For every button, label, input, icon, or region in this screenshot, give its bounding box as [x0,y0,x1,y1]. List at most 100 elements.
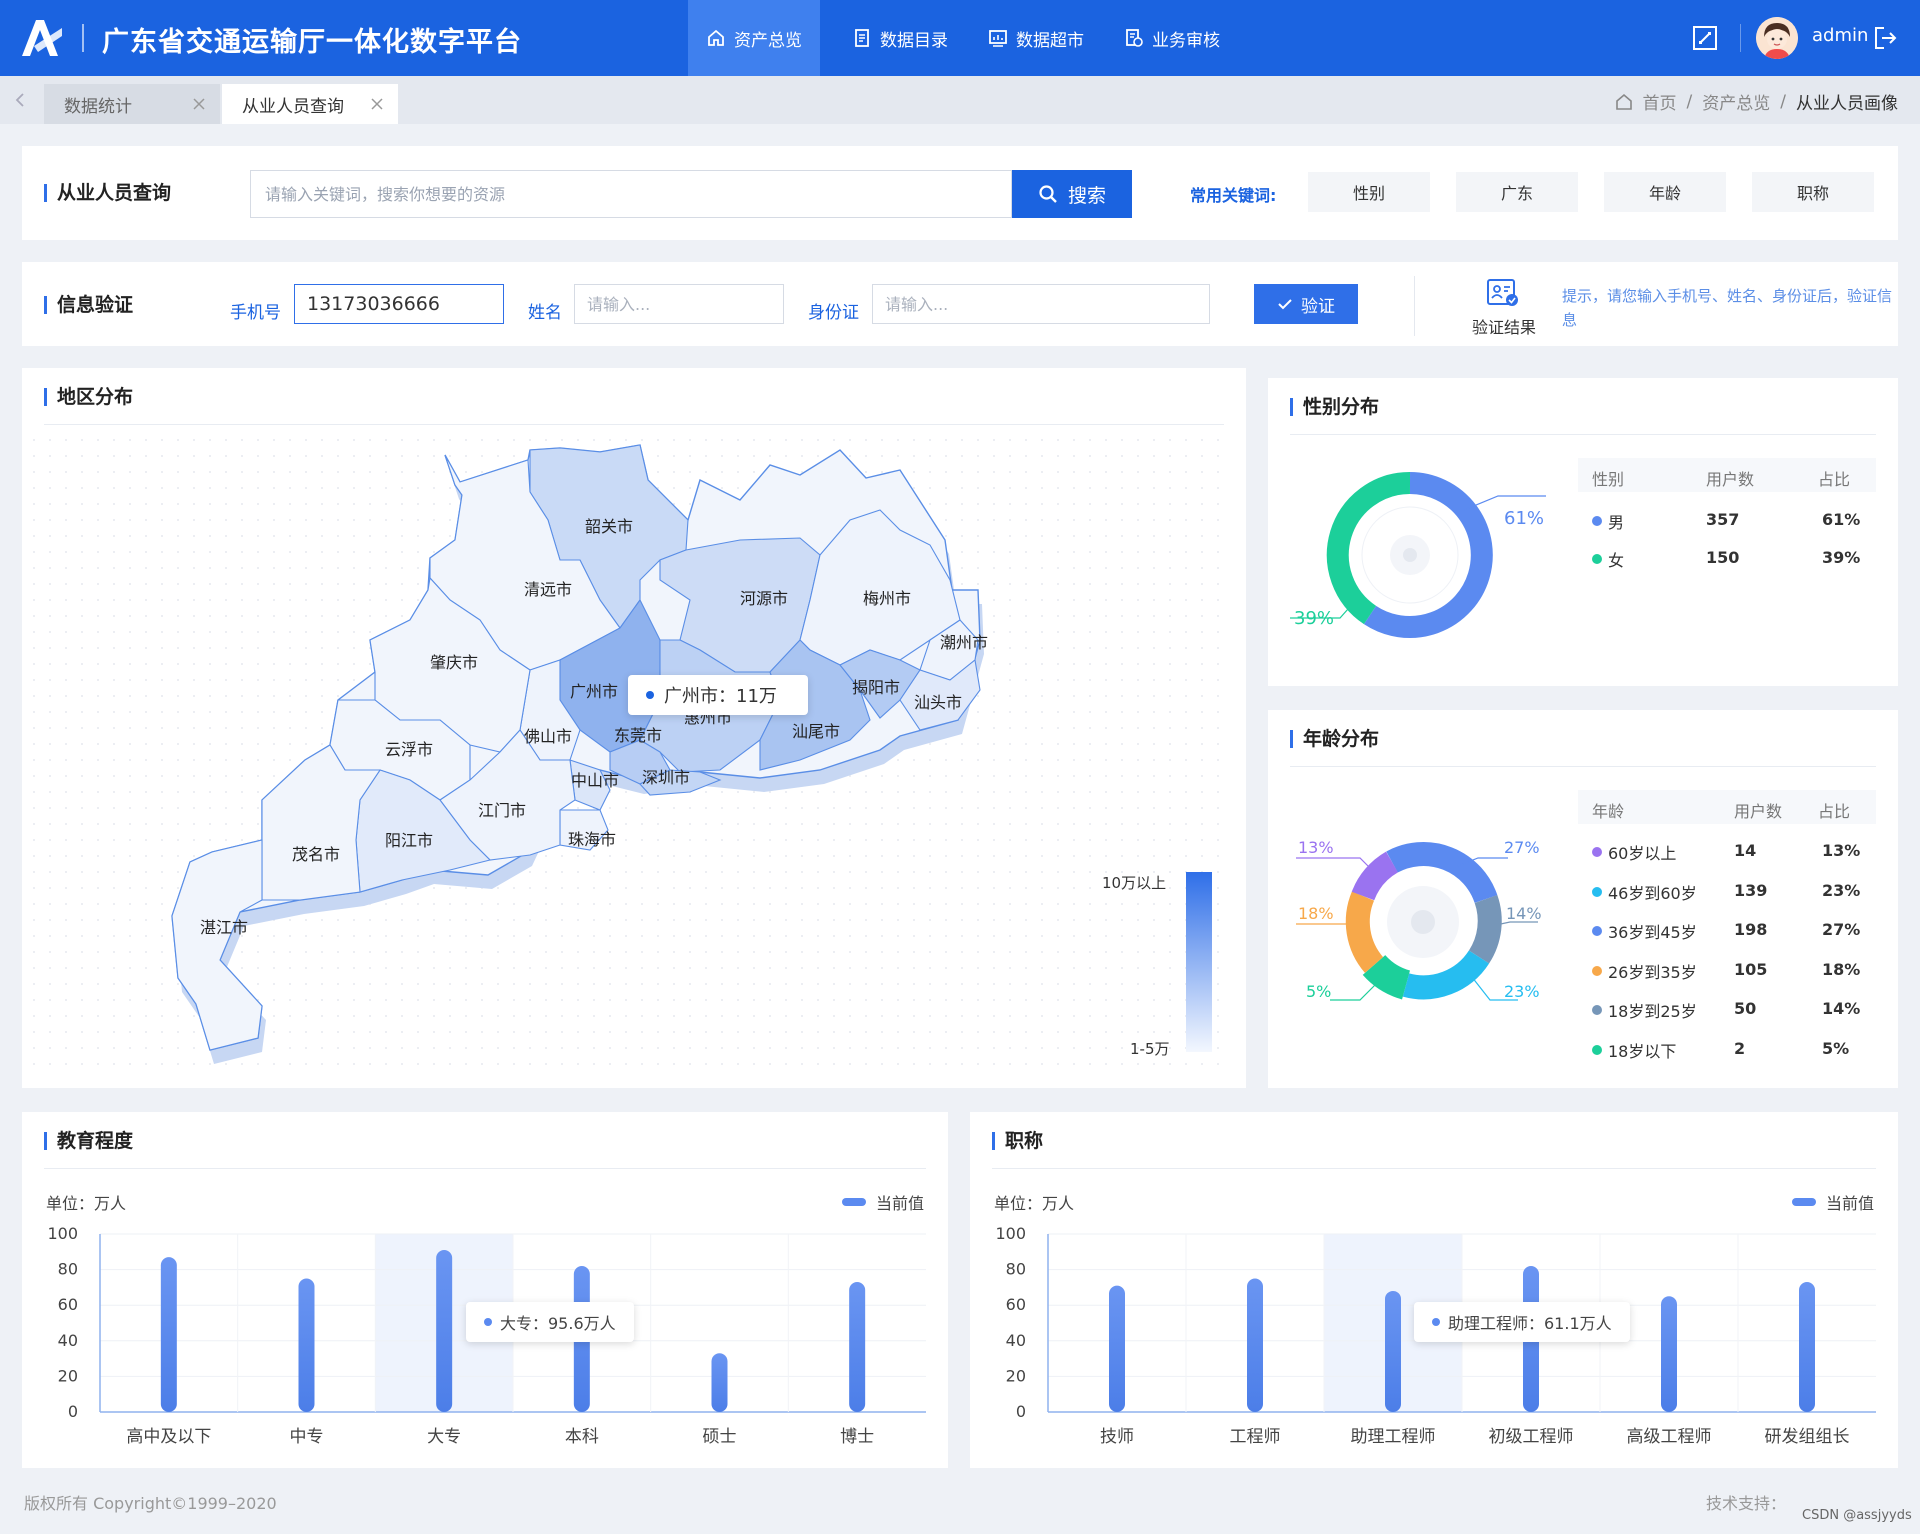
x-tick-label: 博士 [840,1427,874,1447]
bar-tooltip: 大专：95.6万人 [466,1302,634,1342]
bar[interactable] [298,1278,315,1413]
card-divider [1290,766,1876,767]
city-label: 湛江市 [200,918,248,937]
city-label: 茂名市 [292,845,340,864]
x-tick-label: 助理工程师 [1351,1427,1436,1447]
age-callout-26-35: 18% [1298,904,1334,923]
city-label: 珠海市 [568,830,616,849]
bar[interactable] [1661,1296,1677,1412]
age-segment-over-60 [1351,851,1399,901]
bar-tooltip: 助理工程师：61.1万人 [1414,1302,1630,1342]
legend-dot [1592,847,1602,857]
age-count: 139 [1734,880,1768,900]
legend-gradient-bar [1186,872,1212,1052]
gender-label: 女 [1608,551,1625,570]
age-label: 36岁到45岁 [1608,923,1697,942]
age-label: 18岁以下 [1608,1041,1677,1061]
y-tick-label: 40 [58,1331,78,1350]
y-tick-label: 80 [1006,1260,1026,1279]
age-count: 2 [1734,1038,1746,1058]
x-tick-label: 硕士 [703,1427,737,1447]
y-tick-label: 40 [1006,1331,1026,1350]
y-tick-label: 20 [58,1366,78,1385]
tooltip-dot [646,691,654,699]
tooltip-dot [1432,1318,1440,1326]
title-bar-chart: 100 80 60 40 20 0 技师 工程师 助理工程师 初级工程师 高级工程师 研发组组长 [995,1224,1876,1447]
age-label: 26岁到35岁 [1608,962,1697,982]
city-label: 韶关市 [585,517,633,536]
x-tick-label: 初级工程师 [1489,1427,1574,1447]
legend-dot [1592,886,1602,897]
table-header-cell: 占比 [1818,470,1851,489]
age-percent: 27% [1822,920,1861,939]
x-tick-label: 中专 [290,1427,324,1447]
bar[interactable] [1799,1282,1815,1412]
gender-card: 性别分布 61% 39% 性别 用户数 占比 男 357 61% 女 150 3… [1268,378,1898,686]
age-count: 198 [1734,920,1768,939]
y-tick-label: 100 [995,1224,1026,1243]
legend-dot [1592,965,1602,976]
bar[interactable] [1385,1290,1401,1412]
city-label: 佛山市 [524,727,572,746]
age-callout-under-18: 5% [1306,982,1332,1001]
female-callout: 39% [1294,608,1335,629]
x-tick-label: 大专 [427,1427,461,1447]
age-callout-over-60: 13% [1298,838,1334,857]
bar[interactable] [849,1282,866,1412]
city-label: 潮州市 [940,633,988,652]
age-segment-18-25 [1468,895,1502,964]
city-label: 江门市 [478,801,526,820]
age-percent: 13% [1822,841,1861,860]
tooltip-text: 大专：95.6万人 [500,1314,616,1333]
bar[interactable] [436,1250,453,1412]
table-header-cell: 占比 [1818,802,1851,821]
legend-low-label: 1-5万 [1130,1040,1170,1058]
city-label: 河源市 [740,589,788,608]
city-label: 汕尾市 [792,722,840,741]
gender-count: 357 [1706,510,1740,529]
city-label: 云浮市 [385,740,433,759]
table-header-cell: 用户数 [1706,470,1755,489]
education-card: 教育程度 单位：万人 当前值 100 80 60 40 20 0 高中及以下 中专 大专 本科 硕士… [22,1112,948,1468]
age-label: 18岁到25岁 [1608,1002,1697,1021]
x-tick-label: 本科 [565,1427,599,1447]
y-tick-label: 60 [58,1295,78,1314]
copyright: 版权所有 Copyright©1999–2020 [24,1494,277,1513]
tooltip-text: 助理工程师：61.1万人 [1448,1314,1612,1333]
x-tick-label: 技师 [1100,1427,1134,1447]
city-label: 汕头市 [914,693,962,712]
age-percent: 18% [1822,959,1861,979]
city-label: 清远市 [524,580,572,599]
y-tick-label: 0 [68,1402,78,1421]
tooltip-dot [484,1318,492,1326]
gender-percent: 39% [1822,548,1861,567]
bar[interactable] [160,1257,177,1412]
city-label: 梅州市 [863,589,911,608]
tooltip-text: 广州市：11万 [664,686,777,707]
age-callout-36-45: 27% [1504,838,1540,857]
age-count: 50 [1734,999,1757,1018]
city-label: 阳江市 [385,831,433,850]
age-percent: 23% [1822,880,1861,900]
age-label: 46岁到60岁 [1608,883,1697,903]
age-percent: 5% [1822,1038,1850,1058]
bar[interactable] [1247,1278,1263,1413]
y-tick-label: 20 [1006,1366,1026,1385]
education-bar-chart: 100 80 60 40 20 0 高中及以下 中专 大专 本科 硕士 博士 [47,1224,926,1447]
y-tick-label: 0 [1016,1402,1026,1421]
legend-dot [1592,926,1602,936]
bar[interactable] [711,1353,728,1412]
y-tick-label: 60 [1006,1295,1026,1314]
age-segment-26-35 [1345,891,1384,973]
city-label: 广州市 [570,682,618,701]
table-header-cell: 性别 [1592,470,1625,489]
y-tick-label: 80 [58,1260,78,1279]
gender-count: 150 [1706,548,1740,567]
gender-donut-chart [1290,471,1546,638]
card-title: 年龄分布 [1290,730,1379,749]
age-card: 年龄分布 13% 27% 18% 14% 5% 23% 年龄 用户数 占比 60… [1268,710,1898,1088]
age-count: 14 [1734,841,1757,860]
bar[interactable] [1109,1285,1125,1412]
x-tick-label: 研发组组长 [1765,1427,1850,1447]
city-label: 揭阳市 [852,678,900,697]
